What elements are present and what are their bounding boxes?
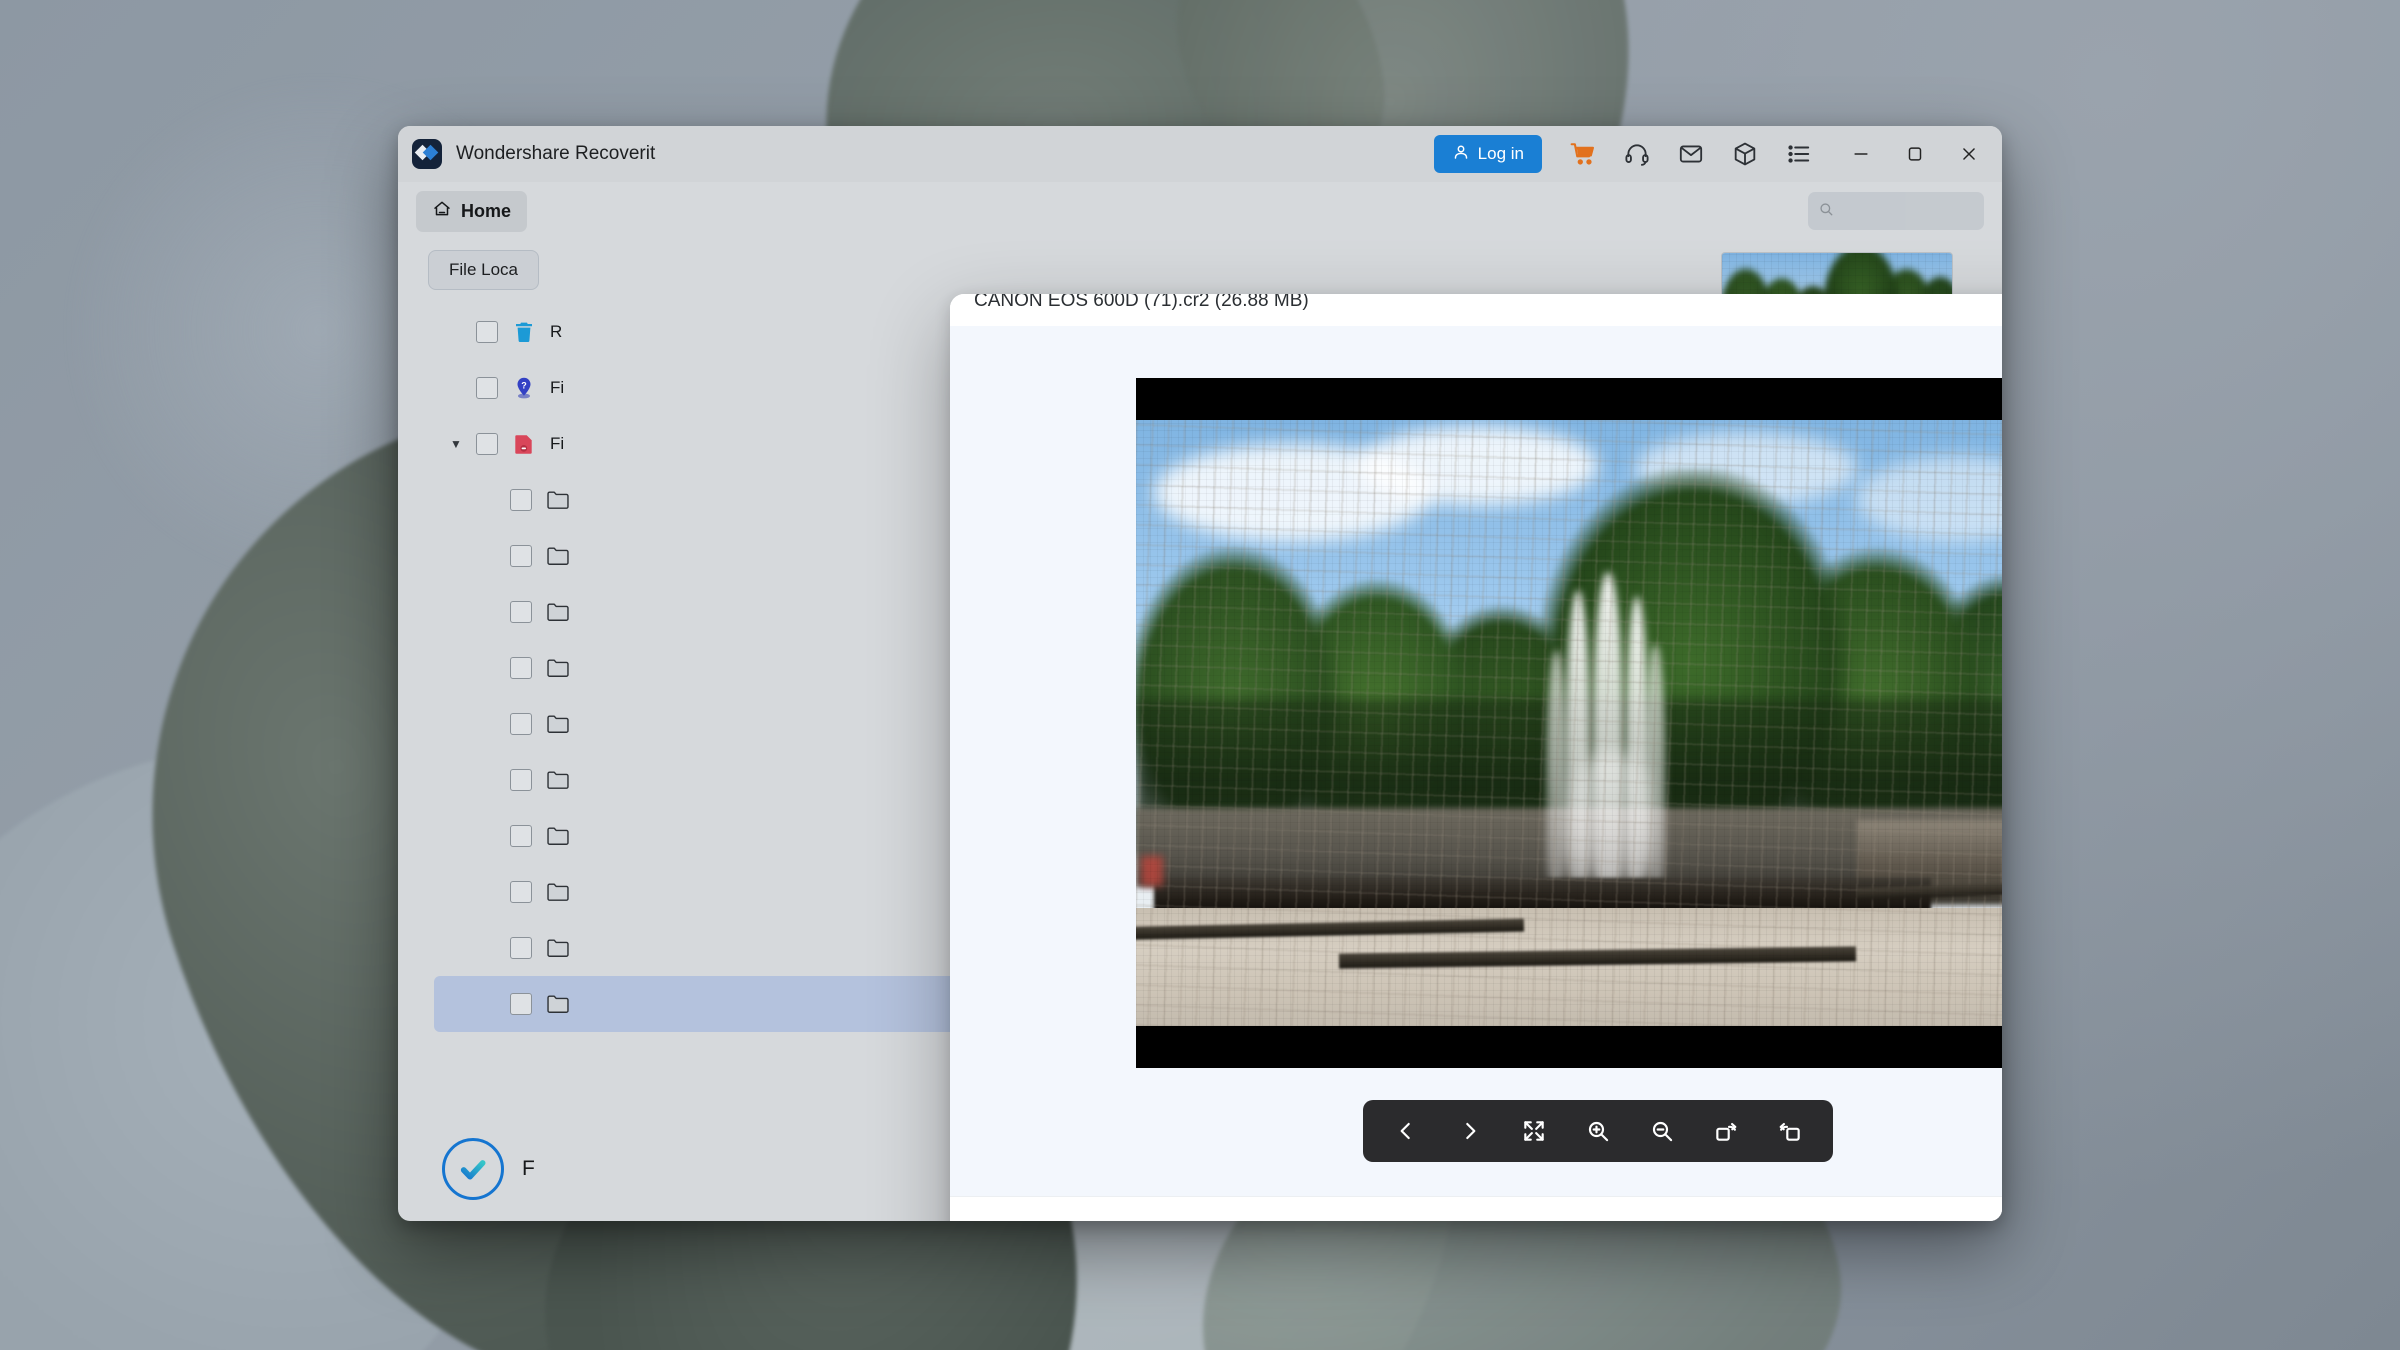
window-titlebar: Wondershare Recoverit Log in <box>398 126 2002 182</box>
close-button[interactable] <box>1942 131 1996 177</box>
row-checkbox[interactable] <box>510 713 532 735</box>
user-icon <box>1452 143 1470 166</box>
app-title: Wondershare Recoverit <box>456 143 656 164</box>
file-location-filter-chip[interactable]: File Loca <box>428 250 539 290</box>
mail-icon[interactable] <box>1664 131 1718 177</box>
row-checkbox[interactable] <box>510 489 532 511</box>
image-preview-dialog: CANON EOS 600D (71).cr2 (26.88 MB) <box>950 294 2002 1221</box>
dialog-header: CANON EOS 600D (71).cr2 (26.88 MB) <box>950 294 2002 326</box>
park-fountain-photo[interactable] <box>1136 378 2002 1068</box>
row-checkbox[interactable] <box>476 321 498 343</box>
scan-status-text: F <box>522 1157 535 1180</box>
fullscreen-button[interactable] <box>1505 1106 1563 1156</box>
recoverit-logo-icon <box>412 139 442 169</box>
row-checkbox[interactable] <box>510 601 532 623</box>
recycle-bin-icon <box>510 318 538 346</box>
zoom-out-button[interactable] <box>1633 1106 1691 1156</box>
folder-icon <box>544 934 572 962</box>
dialog-footer: Add to files to be recovered Recover <box>950 1196 2002 1221</box>
row-checkbox[interactable] <box>510 825 532 847</box>
check-circle-icon <box>442 1138 504 1200</box>
shopping-cart-icon[interactable] <box>1556 131 1610 177</box>
folder-icon <box>544 766 572 794</box>
folder-icon <box>544 710 572 738</box>
titlebar-actions: Log in <box>1433 131 1996 177</box>
row-checkbox[interactable] <box>510 993 532 1015</box>
rotate-left-button[interactable] <box>1761 1106 1819 1156</box>
home-icon <box>432 199 452 224</box>
home-tab-label: Home <box>461 200 512 221</box>
previous-image-button[interactable] <box>1377 1106 1435 1156</box>
image-viewer-area <box>950 326 2002 1196</box>
folder-icon <box>544 598 572 626</box>
home-tab[interactable]: Home <box>416 190 528 232</box>
image-viewer-toolbar <box>1363 1100 1833 1162</box>
rotate-right-button[interactable] <box>1697 1106 1755 1156</box>
minimize-button[interactable] <box>1834 131 1888 177</box>
login-button-label: Log in <box>1477 144 1524 163</box>
folder-icon <box>544 486 572 514</box>
headset-icon[interactable] <box>1610 131 1664 177</box>
navigation-row: Home <box>398 182 2002 240</box>
row-checkbox[interactable] <box>510 769 532 791</box>
row-checkbox[interactable] <box>510 937 532 959</box>
row-checkbox[interactable] <box>476 377 498 399</box>
recoverit-app-window: Wondershare Recoverit Log in Home File L… <box>398 126 2002 1221</box>
box-icon[interactable] <box>1718 131 1772 177</box>
folder-icon <box>544 990 572 1018</box>
folder-icon <box>544 822 572 850</box>
zoom-in-button[interactable] <box>1569 1106 1627 1156</box>
login-button[interactable]: Log in <box>1433 135 1542 173</box>
search-input[interactable] <box>1808 192 1984 230</box>
folder-icon <box>544 542 572 570</box>
row-checkbox[interactable] <box>510 657 532 679</box>
menu-list-icon[interactable] <box>1772 131 1826 177</box>
file-tag-icon <box>510 430 538 458</box>
row-checkbox[interactable] <box>510 545 532 567</box>
file-tree-row-label: R <box>550 322 563 341</box>
next-image-button[interactable] <box>1441 1106 1499 1156</box>
dialog-title: CANON EOS 600D (71).cr2 (26.88 MB) <box>974 294 1309 311</box>
folder-icon <box>544 878 572 906</box>
folder-icon <box>544 654 572 682</box>
caret-expanded-icon[interactable]: ▼ <box>448 437 464 451</box>
window-controls <box>1834 131 1996 177</box>
search-icon <box>1818 201 1834 222</box>
row-checkbox[interactable] <box>476 433 498 455</box>
svg-text:?: ? <box>521 380 527 390</box>
maximize-button[interactable] <box>1888 131 1942 177</box>
lost-location-icon: ? <box>510 374 538 402</box>
file-tree-row-label: Fi <box>550 378 565 397</box>
desktop-background: Wondershare Recoverit Log in Home File L… <box>0 0 2400 1350</box>
file-tree-row-label: Fi <box>550 434 565 453</box>
row-checkbox[interactable] <box>510 881 532 903</box>
